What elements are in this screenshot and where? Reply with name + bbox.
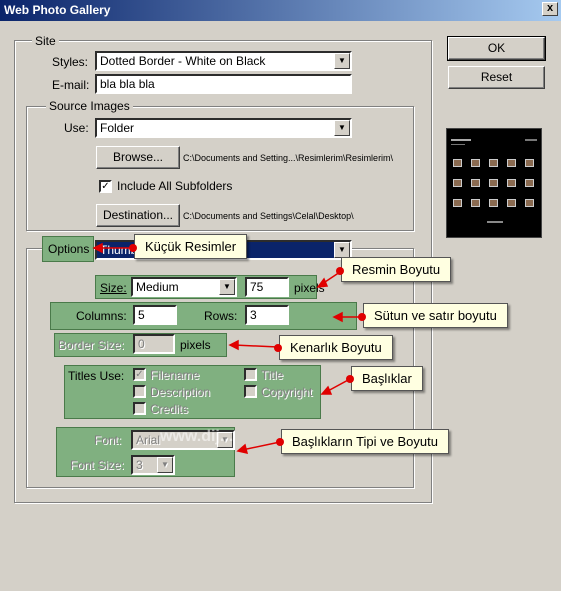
filename-checkbox[interactable]: ✓ <box>133 368 146 381</box>
chevron-down-icon[interactable]: ▼ <box>334 120 350 136</box>
chevron-down-icon[interactable]: ▼ <box>334 53 350 69</box>
options-legend: Options <box>48 242 90 256</box>
size-value: Medium <box>136 280 179 294</box>
copyright-checkbox[interactable] <box>244 385 257 398</box>
credits-label: Credits <box>150 402 189 416</box>
font-size-label: Font Size: <box>70 458 125 472</box>
border-size-value: 0 <box>138 337 145 351</box>
border-size-label: Border Size: <box>58 338 125 352</box>
callout-dot <box>358 313 366 321</box>
border-size-input[interactable]: 0 <box>133 334 175 354</box>
callout-kucuk-resimler: Küçük Resimler <box>134 234 248 259</box>
title-checkbox[interactable] <box>244 368 257 381</box>
destination-button[interactable]: Destination... <box>96 204 180 227</box>
callout-dot <box>129 244 137 252</box>
columns-value: 5 <box>138 308 145 322</box>
use-value: Folder <box>100 121 135 135</box>
size-pixels-label: pixels <box>294 281 325 295</box>
callout-basliklar: Başlıklar <box>351 366 423 391</box>
close-icon[interactable]: x <box>542 2 558 16</box>
include-subfolders-checkbox[interactable]: ✓ <box>99 180 112 193</box>
email-value: bla bla bla <box>100 77 155 91</box>
rows-input[interactable]: 3 <box>245 305 289 325</box>
credits-checkbox[interactable] <box>133 402 146 415</box>
chevron-down-icon[interactable]: ▼ <box>219 279 235 295</box>
ok-button[interactable]: OK <box>447 36 546 61</box>
callout-dot <box>336 267 344 275</box>
size-label: Size: <box>100 281 127 295</box>
site-legend: Site <box>32 34 59 48</box>
callout-resmin-boyutu: Resmin Boyutu <box>341 257 452 282</box>
watermark: www.dij... <box>160 428 234 445</box>
title-label: Title <box>261 368 284 382</box>
font-size-dropdown[interactable]: 3 ▼ <box>131 455 175 475</box>
rows-value: 3 <box>250 308 257 322</box>
size-pixels-input[interactable]: 75 <box>245 277 289 297</box>
styles-dropdown[interactable]: Dotted Border - White on Black ▼ <box>95 51 352 71</box>
callout-dot <box>274 344 282 352</box>
size-pixels-value: 75 <box>250 280 264 294</box>
titles-use-label: Titles Use: <box>68 369 125 383</box>
include-subfolders-label: Include All Subfolders <box>117 179 233 193</box>
styles-label: Styles: <box>52 55 89 69</box>
copyright-label: Copyright <box>261 385 313 399</box>
description-label: Description <box>150 385 211 399</box>
use-dropdown[interactable]: Folder ▼ <box>95 118 352 138</box>
callout-dot <box>276 438 284 446</box>
filename-label: Filename <box>150 368 200 382</box>
source-images-legend: Source Images <box>46 99 133 113</box>
border-pixels-label: pixels <box>180 338 211 352</box>
font-size-value: 3 <box>136 458 143 472</box>
use-label: Use: <box>64 121 89 135</box>
email-field[interactable]: bla bla bla <box>95 74 352 94</box>
destination-path: C:\Documents and Settings\Celal\Desktop\ <box>183 211 354 221</box>
browse-button[interactable]: Browse... <box>96 146 180 169</box>
browse-path: C:\Documents and Setting...\Resimlerim\R… <box>183 153 394 163</box>
reset-button[interactable]: Reset <box>448 66 545 89</box>
description-checkbox[interactable] <box>133 385 146 398</box>
rows-label: Rows: <box>204 309 238 323</box>
callout-kenarlik: Kenarlık Boyutu <box>279 335 393 360</box>
window-title: Web Photo Gallery <box>4 3 111 17</box>
callout-baslik-tipi: Başlıkların Tipi ve Boyutu <box>281 429 449 454</box>
styles-value: Dotted Border - White on Black <box>100 54 266 68</box>
font-label: Font: <box>94 433 122 447</box>
callout-dot <box>346 375 354 383</box>
gallery-preview-image <box>446 128 542 238</box>
columns-label: Columns: <box>76 309 127 323</box>
font-value: Arial <box>136 433 161 447</box>
email-label: E-mail: <box>52 78 90 92</box>
window-titlebar: Web Photo Gallery x <box>0 0 561 21</box>
callout-sutun-satir: Sütun ve satır boyutu <box>363 303 508 328</box>
chevron-down-icon[interactable]: ▼ <box>157 457 173 473</box>
size-dropdown[interactable]: Medium ▼ <box>131 277 237 297</box>
columns-input[interactable]: 5 <box>133 305 177 325</box>
chevron-down-icon[interactable]: ▼ <box>334 242 350 258</box>
